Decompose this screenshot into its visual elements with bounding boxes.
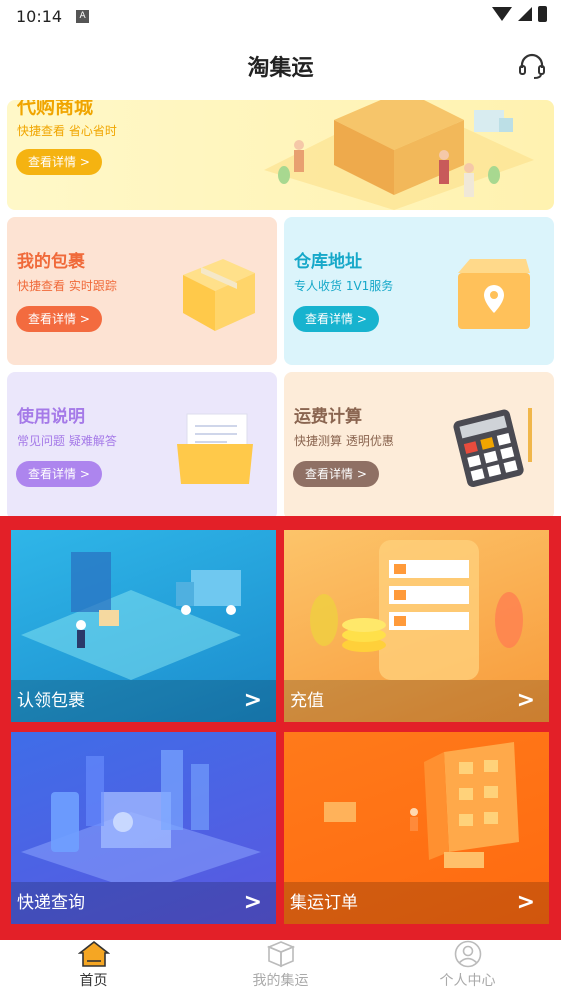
chevron-right-icon: >	[516, 890, 535, 915]
folder-icon	[177, 413, 253, 484]
card-subtitle: 专人收货 1V1服务	[294, 279, 394, 293]
card-title: 仓库地址	[294, 252, 362, 272]
app-screen: 10:14 A 淘集运 代购商城 快捷查看 省心省时 查看详情 > 我的包裹 快…	[0, 0, 561, 997]
warehouse-illustration	[324, 742, 519, 868]
warehouse-address-card[interactable]: 仓库地址 专人收货 1V1服务 查看详情 >	[284, 217, 554, 365]
wifi-icon	[492, 7, 512, 21]
box-icon	[266, 941, 295, 968]
chevron-right-icon: >	[516, 688, 535, 713]
card-subtitle: 快捷测算 透明优惠	[294, 434, 394, 448]
tile-label: 认领包裹	[11, 680, 276, 722]
mall-banner[interactable]: 代购商城 快捷查看 省心省时 查看详情 >	[7, 100, 554, 210]
notification-indicator: A	[76, 9, 90, 23]
calculator-details-button[interactable]: 查看详情 >	[293, 461, 379, 487]
chevron-right-icon: >	[243, 688, 262, 713]
calculator-icon	[453, 408, 532, 488]
nav-label: 首页	[79, 973, 108, 989]
warehouse-details-button[interactable]: 查看详情 >	[293, 306, 379, 332]
headset-icon[interactable]	[517, 51, 547, 81]
instructions-details-button[interactable]: 查看详情 >	[16, 461, 102, 487]
shopping-illustration	[264, 100, 534, 210]
tile-label: 集运订单	[284, 882, 549, 924]
card-title: 我的包裹	[17, 252, 85, 272]
card-title: 运费计算	[294, 407, 362, 427]
status-icons	[492, 6, 547, 22]
claim-package-tile[interactable]: 认领包裹 >	[11, 530, 276, 722]
nav-label: 我的集运	[252, 973, 309, 989]
nav-my-consolidation[interactable]: 我的集运	[187, 940, 374, 997]
user-icon	[454, 940, 481, 968]
my-packages-card[interactable]: 我的包裹 快捷查看 实时跟踪 查看详情 >	[7, 217, 277, 365]
instructions-card[interactable]: 使用说明 常见问题 疑难解答 查看详情 >	[7, 372, 277, 520]
banner-details-button[interactable]: 查看详情 >	[16, 149, 102, 175]
package-details-button[interactable]: 查看详情 >	[16, 306, 102, 332]
nav-home[interactable]: 首页	[0, 940, 187, 997]
card-subtitle: 常见问题 疑难解答	[17, 434, 117, 448]
card-subtitle: 快捷查看 实时跟踪	[17, 279, 117, 293]
tile-label: 充值	[284, 680, 549, 722]
recharge-illustration	[310, 540, 523, 680]
banner-title: 代购商城	[17, 100, 94, 118]
package-icon	[183, 259, 255, 331]
consolidation-orders-tile[interactable]: 集运订单 >	[284, 732, 549, 924]
cell-signal-icon	[518, 7, 532, 21]
nav-label: 个人中心	[439, 973, 496, 989]
app-header: 淘集运	[0, 32, 561, 100]
express-query-tile[interactable]: 快递查询 >	[11, 732, 276, 924]
chevron-right-icon: >	[243, 890, 262, 915]
data-illustration	[21, 750, 261, 882]
tile-label: 快递查询	[11, 882, 276, 924]
banner-subtitle: 快捷查看 省心省时	[17, 124, 117, 138]
nav-profile[interactable]: 个人中心	[374, 940, 561, 997]
bottom-nav: 首页 我的集运 个人中心	[0, 940, 561, 997]
page-title: 淘集运	[247, 56, 314, 81]
location-box-icon	[458, 259, 530, 329]
shipping-calculator-card[interactable]: 运费计算 快捷测算 透明优惠 查看详情 >	[284, 372, 554, 520]
card-title: 使用说明	[17, 407, 85, 427]
status-bar: 10:14 A	[0, 0, 561, 32]
logistics-illustration	[21, 552, 241, 680]
recharge-tile[interactable]: 充值 >	[284, 530, 549, 722]
battery-icon	[538, 6, 547, 22]
status-time: 10:14	[16, 6, 63, 26]
home-icon	[77, 940, 110, 967]
